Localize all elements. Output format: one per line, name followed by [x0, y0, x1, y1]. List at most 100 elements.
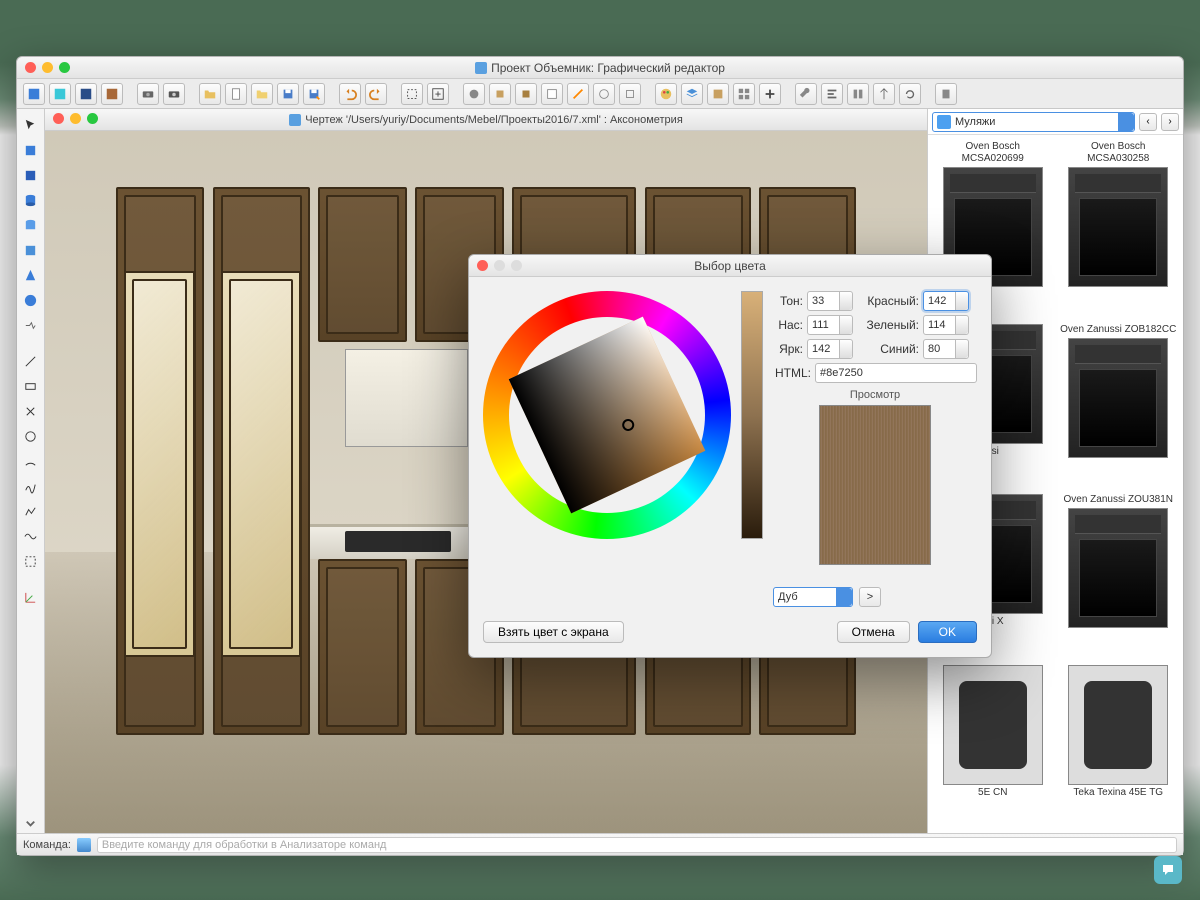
- ok-button[interactable]: OK: [918, 621, 977, 643]
- cursor-icon[interactable]: [21, 115, 41, 135]
- distribute-icon[interactable]: [847, 83, 869, 105]
- box-icon[interactable]: [21, 140, 41, 160]
- preview-label: Просмотр: [773, 389, 977, 401]
- command-input[interactable]: Введите команду для обработки в Анализат…: [97, 837, 1177, 853]
- tool-e-icon[interactable]: [567, 83, 589, 105]
- book2-icon[interactable]: [21, 240, 41, 260]
- tool-c-icon[interactable]: [515, 83, 537, 105]
- doc-close-icon[interactable]: [53, 113, 64, 124]
- outline-icon[interactable]: [21, 551, 41, 571]
- material-select[interactable]: Дуб: [773, 587, 853, 607]
- cube-cyan-icon[interactable]: [49, 83, 71, 105]
- dialog-titlebar[interactable]: Выбор цвета: [469, 255, 991, 277]
- camera2-icon[interactable]: [163, 83, 185, 105]
- document-titlebar[interactable]: Чертеж '/Users/yuriy/Documents/Mebel/Про…: [45, 109, 927, 131]
- wrench-icon[interactable]: [795, 83, 817, 105]
- tool-f-icon[interactable]: [593, 83, 615, 105]
- cube-brown-icon[interactable]: [101, 83, 123, 105]
- rotate-icon[interactable]: [899, 83, 921, 105]
- undo-icon[interactable]: [339, 83, 361, 105]
- main-toolbar: [17, 79, 1183, 109]
- cone-icon[interactable]: [21, 265, 41, 285]
- rect-icon[interactable]: [21, 376, 41, 396]
- doc-icon: [289, 114, 301, 126]
- catalog-item[interactable]: Oven Bosch MCSA030258: [1060, 141, 1178, 316]
- line-icon[interactable]: [21, 351, 41, 371]
- tool-b-icon[interactable]: [489, 83, 511, 105]
- document-title: Чертеж '/Users/yuriy/Documents/Mebel/Про…: [305, 114, 683, 126]
- cylinder-icon[interactable]: [21, 190, 41, 210]
- folder-icon[interactable]: [251, 83, 273, 105]
- close-icon[interactable]: [25, 62, 36, 73]
- flip-icon[interactable]: [873, 83, 895, 105]
- luminance-slider[interactable]: [741, 291, 763, 539]
- sphere-icon[interactable]: [21, 290, 41, 310]
- circle-icon[interactable]: [21, 426, 41, 446]
- command-icon: [77, 838, 91, 852]
- tool-g-icon[interactable]: [619, 83, 641, 105]
- fit-icon[interactable]: [427, 83, 449, 105]
- camera-icon[interactable]: [137, 83, 159, 105]
- sat-spinner[interactable]: 111: [807, 315, 853, 335]
- app-titlebar[interactable]: Проект Объемник: Графический редактор: [17, 57, 1183, 79]
- doc-minimize-icon[interactable]: [70, 113, 81, 124]
- catalog-item[interactable]: Oven Zanussi ZOU381N: [1060, 494, 1178, 657]
- axis-icon[interactable]: [21, 587, 41, 607]
- zoom-icon[interactable]: [59, 62, 70, 73]
- red-spinner[interactable]: 142: [923, 291, 969, 311]
- plus-icon[interactable]: [759, 83, 781, 105]
- html-input[interactable]: #8e7250: [815, 363, 977, 383]
- oven-thumb-icon: [1068, 167, 1168, 287]
- minimize-icon[interactable]: [42, 62, 53, 73]
- eyedropper-button[interactable]: Взять цвет с экрана: [483, 621, 624, 643]
- document-icon[interactable]: [225, 83, 247, 105]
- align-icon[interactable]: [821, 83, 843, 105]
- tool-d-icon[interactable]: [541, 83, 563, 105]
- cylinder2-icon[interactable]: [21, 215, 41, 235]
- color-wheel[interactable]: [483, 291, 731, 539]
- layers-icon[interactable]: [681, 83, 703, 105]
- html-label: HTML:: [773, 366, 811, 380]
- tool-a-icon[interactable]: [463, 83, 485, 105]
- chevron-down-icon[interactable]: [21, 813, 41, 833]
- catalog-item[interactable]: Oven Zanussi ZOB182CC: [1060, 324, 1178, 487]
- catalog-item[interactable]: Teka Texina 45E TG: [1060, 665, 1178, 828]
- save-as-icon[interactable]: [303, 83, 325, 105]
- book-icon[interactable]: [707, 83, 729, 105]
- wave-icon[interactable]: [21, 526, 41, 546]
- palette-icon[interactable]: [655, 83, 677, 105]
- material-more-button[interactable]: >: [859, 587, 881, 607]
- doc-zoom-icon[interactable]: [87, 113, 98, 124]
- green-spinner[interactable]: 114: [923, 315, 969, 335]
- dlg-minimize-icon: [494, 260, 505, 271]
- red-label: Красный:: [857, 294, 919, 308]
- catalog-fwd-button[interactable]: ›: [1161, 113, 1179, 131]
- app-icon: [475, 62, 487, 74]
- grid-icon[interactable]: [733, 83, 755, 105]
- catalog-folder-select[interactable]: Муляжи: [932, 112, 1135, 132]
- spline-icon[interactable]: [21, 476, 41, 496]
- oven-thumb-icon: [1068, 338, 1168, 458]
- cube-blue-icon[interactable]: [23, 83, 45, 105]
- break-icon[interactable]: [21, 315, 41, 335]
- cube-dark-icon[interactable]: [75, 83, 97, 105]
- blue-spinner[interactable]: 80: [923, 339, 969, 359]
- cancel-button[interactable]: Отмена: [837, 621, 910, 643]
- chat-widget-icon[interactable]: [1154, 856, 1182, 884]
- open-icon[interactable]: [199, 83, 221, 105]
- dlg-close-icon[interactable]: [477, 260, 488, 271]
- export-icon[interactable]: [935, 83, 957, 105]
- catalog-back-button[interactable]: ‹: [1139, 113, 1157, 131]
- catalog-item[interactable]: 5E CN: [934, 665, 1052, 828]
- redo-icon[interactable]: [365, 83, 387, 105]
- fullscreen-icon[interactable]: [401, 83, 423, 105]
- save-icon[interactable]: [277, 83, 299, 105]
- green-label: Зеленый:: [857, 318, 919, 332]
- cross-icon[interactable]: [21, 401, 41, 421]
- polyline-icon[interactable]: [21, 501, 41, 521]
- arc-icon[interactable]: [21, 451, 41, 471]
- color-picker-dialog: Выбор цвета Тон: 33 Красный: 142 Нас: 11…: [468, 254, 992, 658]
- val-spinner[interactable]: 142: [807, 339, 853, 359]
- hue-spinner[interactable]: 33: [807, 291, 853, 311]
- box2-icon[interactable]: [21, 165, 41, 185]
